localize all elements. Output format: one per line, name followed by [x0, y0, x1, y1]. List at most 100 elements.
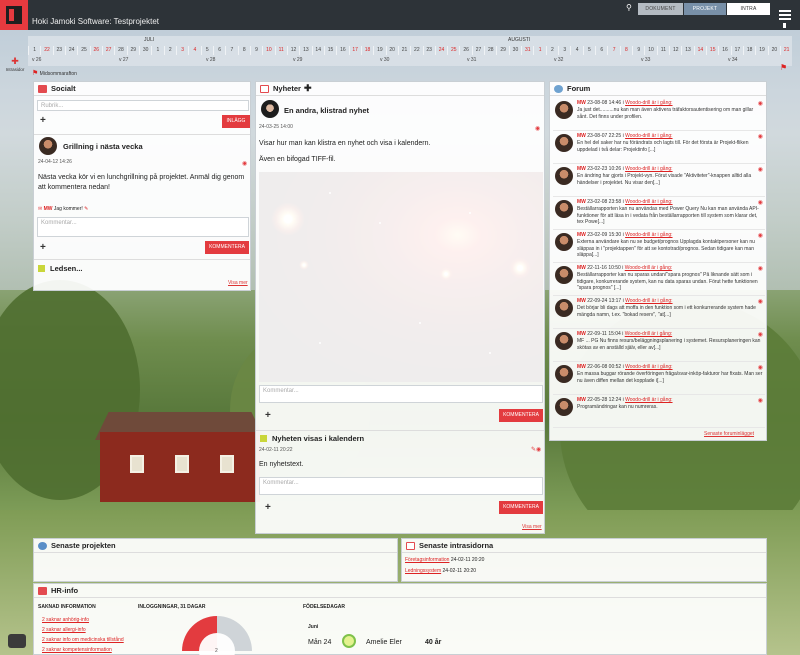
calendar-day[interactable]: 15 — [323, 46, 336, 55]
calendar-day[interactable]: 10 — [644, 46, 656, 55]
chat-icon[interactable] — [8, 634, 26, 648]
calendar-day[interactable]: 4 — [570, 46, 582, 55]
post-author[interactable]: MW — [577, 397, 586, 403]
forum-post[interactable]: MW 23-02-09 15:30 i Woodo-drill är i gån… — [553, 231, 765, 263]
calendar-day[interactable]: 2 — [545, 46, 558, 55]
notification-icon[interactable] — [783, 23, 786, 28]
add-attachment-icon[interactable]: + — [40, 115, 46, 126]
comment-author[interactable]: MW — [44, 206, 53, 212]
comment-input[interactable]: Kommentar... — [37, 217, 249, 237]
search-icon[interactable]: ⚲ — [626, 3, 635, 12]
add-attachment-icon[interactable]: + — [40, 242, 46, 253]
title-input[interactable]: Rubrik... — [37, 100, 249, 111]
intrasida-link[interactable]: Företagsinformation — [405, 557, 449, 563]
missing-info-link[interactable]: 2 saknar info om medicinska tillstånd — [42, 635, 124, 645]
calendar-day[interactable]: 27 — [101, 46, 114, 55]
forum-post[interactable]: MW 22-05-28 12:24 i Woodo-drill är i gån… — [553, 396, 765, 428]
birthday-name[interactable]: Amelie Eler — [366, 639, 402, 646]
calendar-day[interactable]: 6 — [595, 46, 607, 55]
post-author[interactable]: MW — [577, 133, 586, 139]
calendar-day[interactable]: 29 — [126, 46, 139, 55]
intrasida-link[interactable]: Ledningssystem — [405, 568, 441, 574]
calendar-day[interactable]: 9 — [249, 46, 262, 55]
calendar-day[interactable]: 22 — [410, 46, 422, 55]
post-button[interactable]: INLÄGG — [222, 115, 250, 128]
forum-post[interactable]: MW 22-06-08 00:52 i Woodo-drill är i gån… — [553, 363, 765, 395]
tab-dokument[interactable]: DOKUMENT — [638, 3, 683, 15]
edit-icon[interactable]: ✎◉ — [531, 446, 541, 453]
thread-link[interactable]: Woodo-drill är i gång: — [625, 265, 672, 271]
calendar-day[interactable]: 15 — [706, 46, 718, 55]
post-author[interactable]: MW — [577, 331, 586, 337]
tab-intra[interactable]: INTRA — [727, 3, 770, 15]
comment-input[interactable]: Kommentar... — [259, 385, 543, 403]
thread-link[interactable]: Woodo-drill är i gång: — [625, 397, 672, 403]
thread-link[interactable]: Woodo-drill är i gång: — [625, 100, 672, 106]
hamburger-menu-icon[interactable] — [779, 10, 791, 20]
comment-input[interactable]: Kommentar... — [259, 477, 543, 495]
calendar-day[interactable]: 8 — [237, 46, 250, 55]
thread-link[interactable]: Woodo-drill är i gång: — [625, 298, 672, 304]
thread-link[interactable]: Woodo-drill är i gång: — [625, 364, 672, 370]
calendar-day[interactable]: 6 — [212, 46, 225, 55]
post-author[interactable]: MW — [577, 199, 586, 205]
post-author[interactable]: MW — [577, 265, 586, 271]
forum-post[interactable]: MW 23-02-08 23:58 i Woodo-drill är i gån… — [553, 198, 765, 230]
missing-info-link[interactable]: 2 saknar anhörig-info — [42, 615, 124, 625]
calendar-day[interactable]: 7 — [225, 46, 237, 55]
calendar-day[interactable]: 28 — [484, 46, 496, 55]
calendar-event[interactable]: ⚑ Midsommarafton — [32, 69, 77, 77]
calendar-day[interactable]: 20 — [767, 46, 780, 55]
calendar-day[interactable]: 31 — [521, 46, 533, 55]
calendar-day[interactable]: 16 — [718, 46, 730, 55]
calendar-day[interactable]: 25 — [447, 46, 459, 55]
calendar-day[interactable]: 12 — [669, 46, 681, 55]
calendar-day[interactable]: 21 — [397, 46, 410, 55]
comment-button[interactable]: KOMMENTERA — [205, 241, 249, 254]
calendar-day[interactable]: 24 — [434, 46, 447, 55]
show-more-link[interactable]: Visa mer — [522, 524, 542, 530]
flag-icon[interactable]: ⚑ — [780, 63, 787, 72]
calendar-day[interactable]: 17 — [730, 46, 743, 55]
calendar-day[interactable]: 26 — [89, 46, 102, 55]
calendar-day[interactable]: 28 — [114, 46, 126, 55]
post-author[interactable]: MW — [577, 100, 586, 106]
intrasidor-shortcut[interactable]: ✚ Intrasidor — [2, 56, 28, 78]
thread-link[interactable]: Woodo-drill är i gång: — [625, 166, 672, 172]
thread-link[interactable]: Woodo-drill är i gång: — [625, 133, 672, 139]
add-news-icon[interactable]: ✚ — [304, 83, 312, 94]
calendar-day[interactable]: 1 — [533, 46, 545, 55]
tab-projekt[interactable]: PROJEKT — [684, 3, 726, 15]
missing-info-link[interactable]: 2 saknar allergi-info — [42, 625, 124, 635]
add-attachment-icon[interactable]: + — [265, 410, 271, 421]
calendar-day[interactable]: 1 — [151, 46, 163, 55]
thread-link[interactable]: Woodo-drill är i gång: — [625, 199, 672, 205]
forum-post[interactable]: MW 23-02-23 10:26 i Woodo-drill är i gån… — [553, 165, 765, 197]
calendar-day[interactable]: 22 — [40, 46, 52, 55]
post-author[interactable]: MW — [577, 166, 586, 172]
calendar-day[interactable]: 19 — [755, 46, 767, 55]
calendar-day[interactable]: 19 — [373, 46, 385, 55]
calendar-day[interactable]: 25 — [77, 46, 89, 55]
thread-link[interactable]: Woodo-drill är i gång: — [625, 331, 672, 337]
calendar-day[interactable]: 23 — [52, 46, 65, 55]
comment-button[interactable]: KOMMENTERA — [499, 501, 543, 514]
thread-link[interactable]: Woodo-drill är i gång: — [625, 232, 672, 238]
latest-forum-link[interactable]: Senaste foruminlägget — [704, 431, 754, 437]
calendar-day[interactable]: 26 — [459, 46, 471, 55]
calendar-day[interactable]: 13 — [681, 46, 693, 55]
calendar-day[interactable]: 27 — [471, 46, 484, 55]
post-author[interactable]: MW — [577, 364, 586, 370]
forum-post[interactable]: MW 23-08-08 14:46 i Woodo-drill är i gån… — [553, 99, 765, 131]
calendar-timeline[interactable]: JULI AUGUSTI 1 22 23 24 25 26 27 28 29 30 1 2 3 4 5 6 7 8… — [28, 36, 792, 66]
calendar-day[interactable]: 5 — [582, 46, 595, 55]
calendar-day[interactable]: 30 — [138, 46, 151, 55]
calendar-day[interactable]: 17 — [348, 46, 361, 55]
show-more-link[interactable]: Visa mer — [228, 280, 248, 286]
calendar-day[interactable]: 5 — [200, 46, 213, 55]
calendar-day[interactable]: 7 — [607, 46, 619, 55]
calendar-day[interactable]: 14 — [311, 46, 324, 55]
app-logo[interactable] — [0, 0, 28, 30]
forum-post[interactable]: MW 22-09-11 15:04 i Woodo-drill är i gån… — [553, 330, 765, 362]
post-author[interactable]: MW — [577, 232, 586, 238]
